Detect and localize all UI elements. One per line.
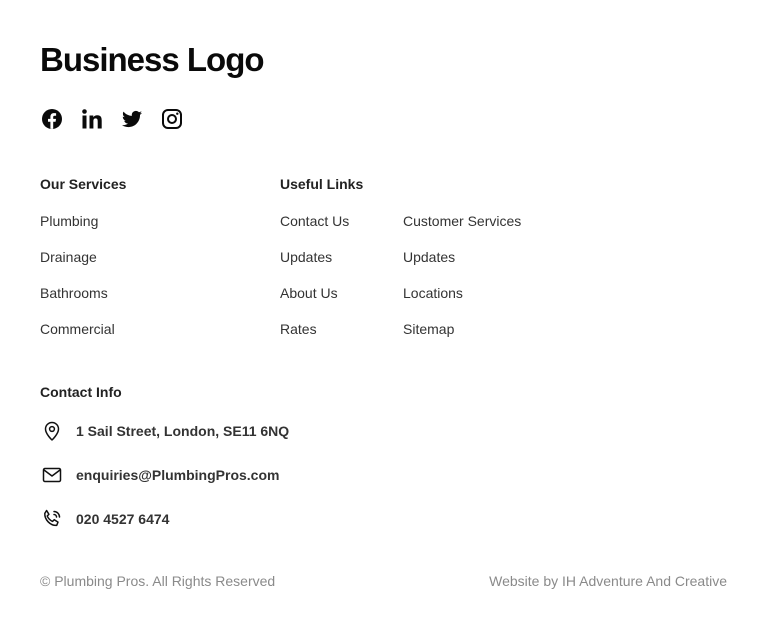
phone-link[interactable]: 020 4527 6474 [76, 510, 169, 528]
link-updates[interactable]: Updates [280, 249, 332, 265]
service-link-drainage[interactable]: Drainage [40, 249, 97, 265]
list-item: Drainage [40, 248, 115, 284]
list-item: Sitemap [403, 320, 521, 356]
facebook-icon[interactable] [40, 107, 64, 131]
credit: Website by IH Adventure And Creative [489, 572, 727, 590]
link-locations[interactable]: Locations [403, 285, 463, 301]
service-link-plumbing[interactable]: Plumbing [40, 213, 98, 229]
list-item: About Us [280, 284, 349, 320]
phone-icon [40, 507, 64, 531]
linkedin-icon[interactable] [80, 107, 104, 131]
business-logo[interactable]: Business Logo [40, 40, 265, 80]
credit-link[interactable]: Website by IH Adventure And Creative [489, 573, 727, 589]
services-heading: Our Services [40, 176, 127, 192]
link-about-us[interactable]: About Us [280, 285, 338, 301]
social-links [40, 107, 184, 131]
instagram-icon[interactable] [160, 107, 184, 131]
list-item: Customer Services [403, 212, 521, 248]
list-item: Contact Us [280, 212, 349, 248]
useful-links-list-2: Customer Services Updates Locations Site… [403, 212, 521, 356]
list-item: Locations [403, 284, 521, 320]
site-footer: Business Logo Our Services Plumbing Drai… [0, 0, 768, 631]
link-sitemap[interactable]: Sitemap [403, 321, 454, 337]
contact-heading: Contact Info [40, 384, 122, 400]
list-item: Rates [280, 320, 349, 356]
email-link[interactable]: enquiries@PlumbingPros.com [76, 466, 279, 484]
mail-icon [40, 463, 64, 487]
list-item: Plumbing [40, 212, 115, 248]
link-customer-services[interactable]: Customer Services [403, 213, 521, 229]
contact-email: enquiries@PlumbingPros.com [40, 463, 279, 487]
service-link-commercial[interactable]: Commercial [40, 321, 115, 337]
list-item: Updates [280, 248, 349, 284]
contact-address: 1 Sail Street, London, SE11 6NQ [40, 419, 289, 443]
link-contact-us[interactable]: Contact Us [280, 213, 349, 229]
useful-links-list-1: Contact Us Updates About Us Rates [280, 212, 349, 356]
services-list: Plumbing Drainage Bathrooms Commercial [40, 212, 115, 356]
list-item: Commercial [40, 320, 115, 356]
location-pin-icon [40, 419, 64, 443]
address-text: 1 Sail Street, London, SE11 6NQ [76, 423, 290, 439]
list-item: Updates [403, 248, 521, 284]
list-item: Bathrooms [40, 284, 115, 320]
useful-links-heading: Useful Links [280, 176, 364, 192]
contact-phone: 020 4527 6474 [40, 507, 169, 531]
service-link-bathrooms[interactable]: Bathrooms [40, 285, 108, 301]
link-updates-2[interactable]: Updates [403, 249, 455, 265]
copyright-text: © Plumbing Pros. All Rights Reserved [40, 573, 276, 589]
link-rates[interactable]: Rates [280, 321, 317, 337]
twitter-icon[interactable] [120, 107, 144, 131]
